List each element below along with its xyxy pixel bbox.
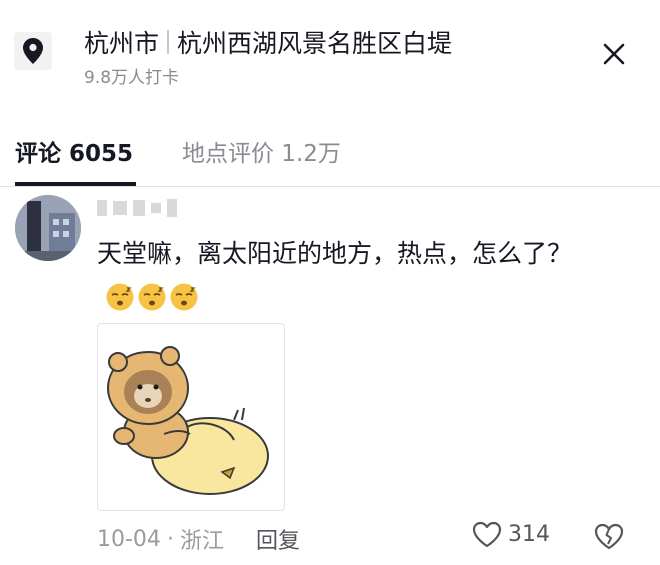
sleepy-face-emoji-icon (138, 283, 166, 311)
city-name[interactable]: 杭州市 (84, 24, 159, 60)
tab-comments[interactable]: 评论 6055 (15, 134, 133, 168)
comment-date: 10-04 (97, 526, 161, 552)
like-button[interactable]: 314 (472, 521, 550, 548)
place-name[interactable]: 杭州西湖风景名胜区白堤 (177, 24, 452, 60)
close-icon (603, 43, 625, 65)
comment-meta: 10-04 · 浙江 回复 (97, 523, 300, 555)
emoji-group (105, 282, 199, 312)
tab-bar: 评论 6055 地点评价 1.2万 (0, 110, 660, 186)
heart-outline-icon (472, 521, 502, 548)
close-button[interactable] (598, 38, 630, 70)
sleepy-face-emoji-icon (106, 283, 134, 311)
hamster-sticker-image[interactable] (97, 323, 285, 511)
location-header: 杭州市 杭州西湖风景名胜区白堤 9.8万人打卡 (0, 0, 660, 110)
title-divider (167, 30, 170, 54)
location-title: 杭州市 杭州西湖风景名胜区白堤 (84, 24, 452, 60)
tab-location-reviews[interactable]: 地点评价 1.2万 (182, 134, 341, 168)
meta-separator: · (166, 526, 174, 552)
checkin-count: 9.8万人打卡 (84, 68, 180, 88)
username-blurred[interactable] (97, 199, 177, 217)
comment-body: 天堂嘛，离太阳近的地方，热点，怎么了？ (97, 239, 573, 268)
comment-item: 天堂嘛，离太阳近的地方，热点，怎么了？ 10-04 · 浙江 回复 314 (0, 187, 660, 565)
avatar[interactable] (15, 195, 81, 261)
dislike-button[interactable] (594, 523, 624, 554)
map-pin-icon (14, 32, 52, 70)
sleepy-face-emoji-icon (170, 283, 198, 311)
comment-text: 天堂嘛，离太阳近的地方，热点，怎么了？ (97, 233, 597, 317)
like-count: 314 (508, 522, 550, 547)
reply-button[interactable]: 回复 (256, 523, 300, 555)
comment-region: 浙江 (179, 529, 224, 554)
broken-heart-icon (594, 523, 624, 550)
